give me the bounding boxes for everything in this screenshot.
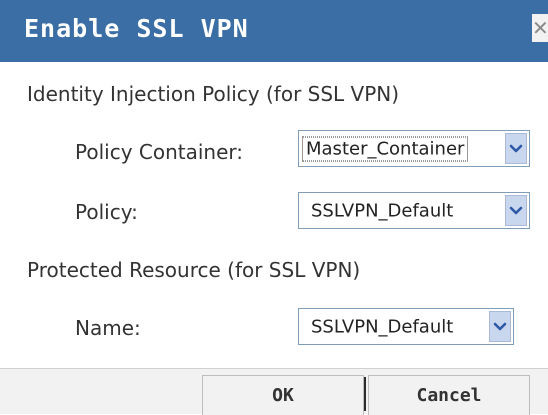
dialog-footer: OK Cancel	[0, 368, 548, 415]
policy-container-select[interactable]: Master_Container	[298, 130, 530, 167]
chevron-down-icon	[493, 322, 507, 330]
cancel-button[interactable]: Cancel	[368, 375, 530, 415]
ok-button-label: OK	[272, 385, 294, 406]
policy-dropdown-button[interactable]	[505, 195, 527, 226]
policy-container-dropdown-button[interactable]	[505, 133, 527, 164]
chevron-down-icon	[509, 206, 523, 214]
policy-label: Policy:	[75, 200, 138, 224]
enable-ssl-vpn-dialog: Enable SSL VPN ✕ Identity Injection Poli…	[0, 0, 548, 415]
dialog-title-bar[interactable]: Enable SSL VPN ✕	[0, 0, 548, 62]
close-button[interactable]: ✕	[532, 14, 548, 42]
policy-select[interactable]: SSLVPN_Default	[298, 192, 530, 229]
policy-container-label: Policy Container:	[75, 140, 244, 164]
protected-resource-heading: Protected Resource (for SSL VPN)	[27, 258, 361, 282]
dialog-title: Enable SSL VPN	[24, 14, 249, 43]
identity-injection-heading: Identity Injection Policy (for SSL VPN)	[27, 82, 400, 106]
cancel-button-label: Cancel	[416, 385, 482, 406]
name-value: SSLVPN_Default	[311, 316, 454, 337]
name-label: Name:	[75, 316, 141, 340]
button-divider	[364, 377, 366, 411]
name-dropdown-button[interactable]	[489, 311, 511, 342]
policy-container-value: Master_Container	[301, 136, 469, 161]
close-icon: ✕	[532, 16, 548, 40]
ok-button[interactable]: OK	[202, 375, 364, 415]
name-select[interactable]: SSLVPN_Default	[298, 308, 514, 345]
policy-value: SSLVPN_Default	[311, 200, 454, 221]
chevron-down-icon	[509, 144, 523, 152]
